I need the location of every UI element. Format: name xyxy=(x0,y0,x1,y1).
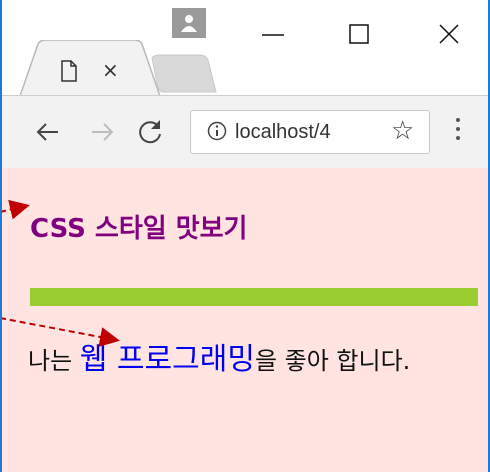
highlighted-text: 웹 프로그래밍 xyxy=(79,342,255,377)
para-text-before: 나는 xyxy=(28,347,80,375)
url-text[interactable]: localhost/4 xyxy=(235,121,381,143)
close-icon[interactable] xyxy=(430,20,470,50)
page-heading: CSS 스타일 맛보기 xyxy=(30,214,248,244)
more-vert-icon[interactable] xyxy=(454,118,462,146)
window-border-left xyxy=(0,0,2,472)
person-icon xyxy=(181,15,197,32)
reload-icon[interactable] xyxy=(134,116,166,148)
page-icon xyxy=(61,60,77,82)
browser-tab[interactable] xyxy=(20,40,160,96)
maximize-icon[interactable] xyxy=(340,20,380,50)
info-icon[interactable] xyxy=(207,121,227,141)
profile-button[interactable] xyxy=(172,8,206,38)
minimize-icon[interactable] xyxy=(254,20,294,50)
paragraph: 나는 웹 프로그래밍을 좋아 합니다. xyxy=(28,340,468,381)
back-arrow-icon[interactable] xyxy=(32,116,64,148)
star-icon[interactable]: ☆ xyxy=(391,117,414,145)
title-bar: × xyxy=(2,0,488,96)
browser-toolbar: localhost/4 ☆ xyxy=(2,95,488,169)
browser-window: × localhost/4 ☆ CSS 스타일 맛보기 나는 웹 프로그래밍을 … xyxy=(0,0,490,472)
tab-close-button[interactable]: × xyxy=(102,58,119,82)
page-content: CSS 스타일 맛보기 나는 웹 프로그래밍을 좋아 합니다. xyxy=(2,168,488,472)
address-bar[interactable]: localhost/4 ☆ xyxy=(190,110,430,154)
para-text-after: 을 좋아 합니다. xyxy=(254,347,411,375)
forward-arrow-icon[interactable] xyxy=(86,116,118,148)
new-tab-button[interactable] xyxy=(144,54,224,94)
green-bar xyxy=(30,288,478,306)
